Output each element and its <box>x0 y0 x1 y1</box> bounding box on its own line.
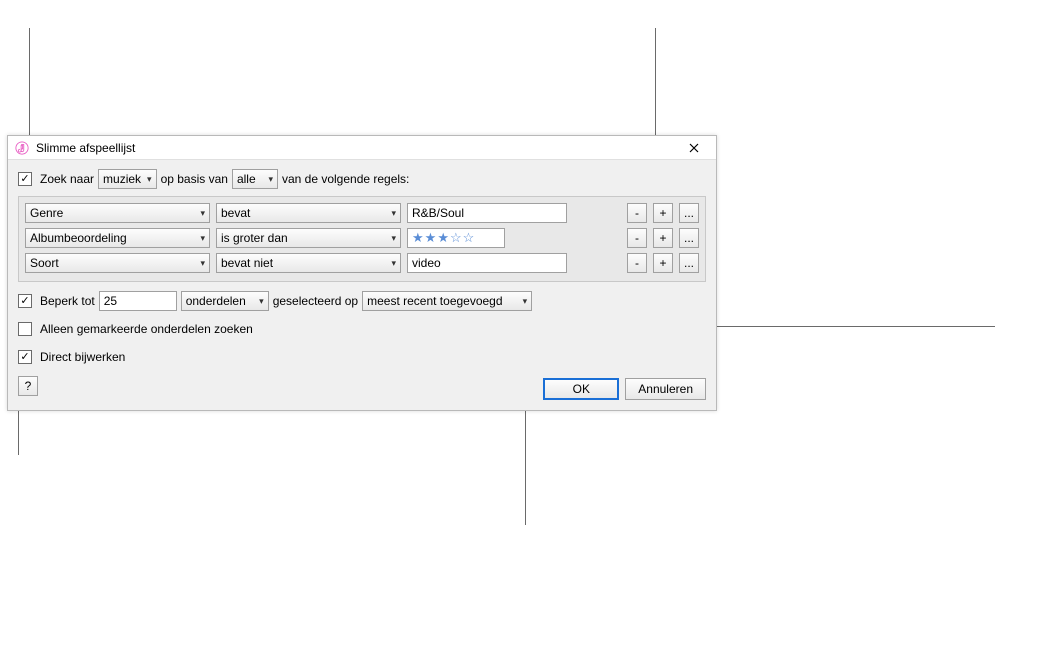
rule-value-input[interactable]: video <box>407 253 567 273</box>
scope-select-value: alle <box>237 172 262 186</box>
only-checked-label: Alleen gemarkeerde onderdelen zoeken <box>40 322 253 336</box>
close-button[interactable] <box>678 138 710 158</box>
rule-minus-button[interactable]: - <box>627 253 647 273</box>
match-label-suffix: van de volgende regels: <box>282 172 409 186</box>
chevron-down-icon: ▾ <box>259 296 264 307</box>
limit-row: Beperk tot 25 onderdelen ▾ geselecteerd … <box>18 290 706 312</box>
chevron-down-icon: ▾ <box>391 233 396 244</box>
rule-field-select[interactable]: Genre ▾ <box>25 203 210 223</box>
rule-value-input[interactable]: R&B/Soul <box>407 203 567 223</box>
only-checked-row: Alleen gemarkeerde onderdelen zoeken <box>18 318 706 340</box>
rule-op-value: is groter dan <box>221 231 385 245</box>
chevron-down-icon: ▾ <box>200 233 205 244</box>
limit-value-text: 25 <box>104 294 117 308</box>
match-checkbox[interactable] <box>18 172 32 186</box>
limit-unit-select[interactable]: onderdelen ▾ <box>181 291 269 311</box>
rule-field-select[interactable]: Soort ▾ <box>25 253 210 273</box>
rule-more-button[interactable]: ... <box>679 203 699 223</box>
limit-label: Beperk tot <box>40 294 95 308</box>
chevron-down-icon: ▾ <box>391 258 396 269</box>
chevron-down-icon: ▾ <box>200 258 205 269</box>
chevron-down-icon: ▾ <box>200 208 205 219</box>
rule-field-value: Genre <box>30 206 194 220</box>
rule-plus-button[interactable]: + <box>653 253 673 273</box>
rule-op-value: bevat <box>221 206 385 220</box>
chevron-down-icon: ▾ <box>391 208 396 219</box>
rule-row: Albumbeoordeling ▾ is groter dan ▾ ★★★☆☆… <box>25 228 699 248</box>
smart-playlist-dialog: Slimme afspeellijst Zoek naar muziek ▾ o… <box>7 135 717 411</box>
match-row: Zoek naar muziek ▾ op basis van alle ▾ v… <box>18 168 706 190</box>
rule-stars-input[interactable]: ★★★☆☆ <box>407 228 505 248</box>
ok-button[interactable]: OK <box>543 378 619 400</box>
media-select[interactable]: muziek ▾ <box>98 169 157 189</box>
limit-sort-select[interactable]: meest recent toegevoegd ▾ <box>362 291 532 311</box>
stars-icon: ★★★☆☆ <box>412 230 474 246</box>
chevron-down-icon: ▾ <box>523 296 528 307</box>
chevron-down-icon: ▾ <box>147 174 152 185</box>
rule-value-text: video <box>412 256 441 270</box>
rule-field-value: Albumbeoordeling <box>30 231 194 245</box>
rule-field-value: Soort <box>30 256 194 270</box>
rule-plus-button[interactable]: + <box>653 228 673 248</box>
rule-op-value: bevat niet <box>221 256 385 270</box>
dialog-footer: ? OK Annuleren <box>18 372 706 400</box>
rule-field-select[interactable]: Albumbeoordeling ▾ <box>25 228 210 248</box>
live-update-checkbox[interactable] <box>18 350 32 364</box>
media-select-value: muziek <box>103 172 141 186</box>
limit-label-mid: geselecteerd op <box>273 294 358 308</box>
limit-value-input[interactable]: 25 <box>99 291 177 311</box>
only-checked-checkbox[interactable] <box>18 322 32 336</box>
limit-unit-value: onderdelen <box>186 294 253 308</box>
dialog-body: Zoek naar muziek ▾ op basis van alle ▾ v… <box>8 160 716 410</box>
rule-more-button[interactable]: ... <box>679 228 699 248</box>
rule-op-select[interactable]: bevat ▾ <box>216 203 401 223</box>
limit-checkbox[interactable] <box>18 294 32 308</box>
match-label-mid: op basis van <box>161 172 228 186</box>
rule-row: Soort ▾ bevat niet ▾ video - + ... <box>25 253 699 273</box>
rule-row: Genre ▾ bevat ▾ R&B/Soul - + ... <box>25 203 699 223</box>
help-button[interactable]: ? <box>18 376 38 396</box>
chevron-down-icon: ▾ <box>268 174 273 185</box>
live-update-label: Direct bijwerken <box>40 350 125 364</box>
cancel-button[interactable]: Annuleren <box>625 378 706 400</box>
live-update-row: Direct bijwerken <box>18 346 706 368</box>
titlebar: Slimme afspeellijst <box>8 136 716 160</box>
rules-panel: Genre ▾ bevat ▾ R&B/Soul - + ... Albumbe… <box>18 196 706 282</box>
rule-op-select[interactable]: is groter dan ▾ <box>216 228 401 248</box>
action-buttons: OK Annuleren <box>543 378 706 400</box>
rule-minus-button[interactable]: - <box>627 228 647 248</box>
rule-more-button[interactable]: ... <box>679 253 699 273</box>
scope-select[interactable]: alle ▾ <box>232 169 278 189</box>
dialog-title: Slimme afspeellijst <box>36 141 678 155</box>
rule-plus-button[interactable]: + <box>653 203 673 223</box>
rule-value-text: R&B/Soul <box>412 206 464 220</box>
music-note-icon <box>14 140 30 156</box>
rule-minus-button[interactable]: - <box>627 203 647 223</box>
limit-sort-value: meest recent toegevoegd <box>367 294 516 308</box>
match-label-prefix: Zoek naar <box>40 172 94 186</box>
rule-op-select[interactable]: bevat niet ▾ <box>216 253 401 273</box>
